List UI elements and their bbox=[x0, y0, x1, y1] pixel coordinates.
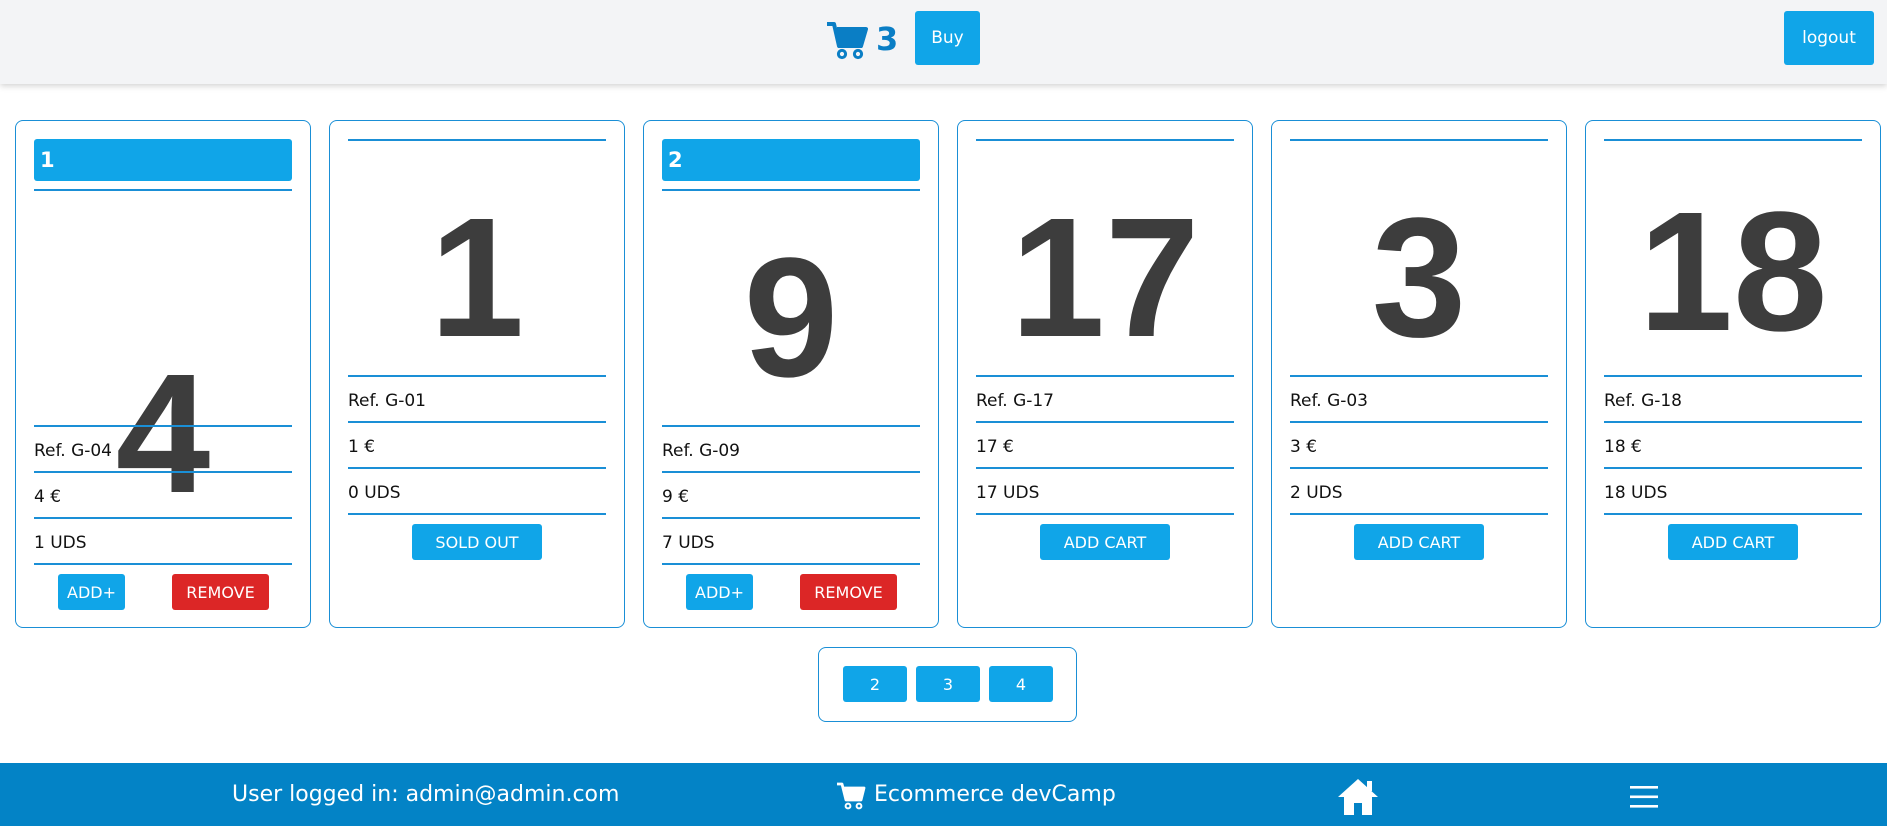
product-ref: Ref. G-01 bbox=[348, 391, 427, 411]
divider bbox=[34, 517, 292, 519]
divider bbox=[348, 139, 606, 141]
logged-in-user: User logged in: admin@admin.com bbox=[232, 782, 620, 807]
product-price: 1 € bbox=[348, 437, 376, 457]
product-card: 1 Ref. G-01 1 € 0 UDS SOLD OUT bbox=[329, 120, 625, 628]
product-card: 1 4 Ref. G-04 4 € 1 UDS ADD+ REMOVE bbox=[15, 120, 311, 628]
product-price: 3 € bbox=[1290, 437, 1318, 457]
page-button-2[interactable]: 2 bbox=[843, 666, 907, 702]
product-price: 9 € bbox=[662, 487, 690, 507]
brand-name: Ecommerce devCamp bbox=[874, 782, 1116, 807]
menu-icon[interactable] bbox=[1628, 782, 1660, 812]
product-stock: 18 UDS bbox=[1604, 483, 1668, 503]
product-card: 3 Ref. G-03 3 € 2 UDS ADD CART bbox=[1271, 120, 1567, 628]
divider bbox=[34, 425, 292, 427]
divider bbox=[976, 421, 1234, 423]
product-ref: Ref. G-03 bbox=[1290, 391, 1369, 411]
divider bbox=[662, 563, 920, 565]
product-stock: 17 UDS bbox=[976, 483, 1040, 503]
add-cart-button[interactable]: ADD CART bbox=[1354, 524, 1484, 560]
add-more-button[interactable]: ADD+ bbox=[686, 574, 753, 610]
divider bbox=[1604, 421, 1862, 423]
divider bbox=[976, 139, 1234, 141]
product-card: 18 Ref. G-18 18 € 18 UDS ADD CART bbox=[1585, 120, 1881, 628]
buy-button[interactable]: Buy bbox=[915, 11, 980, 65]
product-price: 17 € bbox=[976, 437, 1014, 457]
cart-quantity-bar: 2 bbox=[662, 139, 920, 181]
add-cart-button[interactable]: ADD CART bbox=[1040, 524, 1170, 560]
remove-button[interactable]: REMOVE bbox=[172, 574, 269, 610]
divider bbox=[34, 563, 292, 565]
product-stock: 0 UDS bbox=[348, 483, 401, 503]
divider bbox=[976, 375, 1234, 377]
divider bbox=[348, 421, 606, 423]
divider bbox=[662, 189, 920, 191]
product-ref: Ref. G-09 bbox=[662, 441, 741, 461]
divider bbox=[1290, 421, 1548, 423]
add-more-button[interactable]: ADD+ bbox=[58, 574, 125, 610]
divider bbox=[1290, 375, 1548, 377]
divider bbox=[1604, 467, 1862, 469]
divider bbox=[662, 471, 920, 473]
product-number: 9 bbox=[743, 223, 839, 413]
product-stock: 2 UDS bbox=[1290, 483, 1343, 503]
product-number: 1 bbox=[429, 183, 525, 373]
divider bbox=[1604, 513, 1862, 515]
divider bbox=[1604, 139, 1862, 141]
divider bbox=[348, 513, 606, 515]
home-icon[interactable] bbox=[1336, 777, 1380, 817]
product-number: 3 bbox=[1371, 183, 1467, 373]
product-card: 2 9 Ref. G-09 9 € 7 UDS ADD+ REMOVE bbox=[643, 120, 939, 628]
pagination: 2 3 4 bbox=[818, 647, 1077, 722]
cart-indicator[interactable]: 3 bbox=[826, 18, 898, 60]
brand-link[interactable]: Ecommerce devCamp bbox=[836, 763, 1116, 826]
top-header: 3 Buy logout bbox=[0, 0, 1887, 84]
product-stock: 1 UDS bbox=[34, 533, 87, 553]
divider bbox=[1290, 467, 1548, 469]
product-ref: Ref. G-18 bbox=[1604, 391, 1683, 411]
product-card: 17 Ref. G-17 17 € 17 UDS ADD CART bbox=[957, 120, 1253, 628]
divider bbox=[1290, 513, 1548, 515]
product-number: 4 bbox=[115, 339, 211, 529]
divider bbox=[348, 375, 606, 377]
divider bbox=[976, 467, 1234, 469]
product-stock: 7 UDS bbox=[662, 533, 715, 553]
footer: User logged in: admin@admin.com Ecommerc… bbox=[0, 763, 1887, 826]
divider bbox=[662, 425, 920, 427]
cart-icon bbox=[837, 782, 866, 809]
divider bbox=[348, 467, 606, 469]
divider bbox=[1604, 375, 1862, 377]
divider bbox=[662, 517, 920, 519]
cart-quantity-bar: 1 bbox=[34, 139, 292, 181]
product-price: 18 € bbox=[1604, 437, 1642, 457]
cart-count: 3 bbox=[876, 20, 899, 58]
sold-out-button[interactable]: SOLD OUT bbox=[412, 524, 542, 560]
product-number: 18 bbox=[1638, 177, 1828, 367]
logout-button[interactable]: logout bbox=[1784, 11, 1874, 65]
page-button-3[interactable]: 3 bbox=[916, 666, 980, 702]
product-price: 4 € bbox=[34, 487, 62, 507]
product-number: 17 bbox=[1010, 183, 1200, 373]
divider bbox=[976, 513, 1234, 515]
divider bbox=[34, 189, 292, 191]
cart-icon bbox=[827, 22, 868, 60]
remove-button[interactable]: REMOVE bbox=[800, 574, 897, 610]
add-cart-button[interactable]: ADD CART bbox=[1668, 524, 1798, 560]
product-ref: Ref. G-17 bbox=[976, 391, 1055, 411]
divider bbox=[34, 471, 292, 473]
divider bbox=[1290, 139, 1548, 141]
product-ref: Ref. G-04 bbox=[34, 441, 113, 461]
page-button-4[interactable]: 4 bbox=[989, 666, 1053, 702]
